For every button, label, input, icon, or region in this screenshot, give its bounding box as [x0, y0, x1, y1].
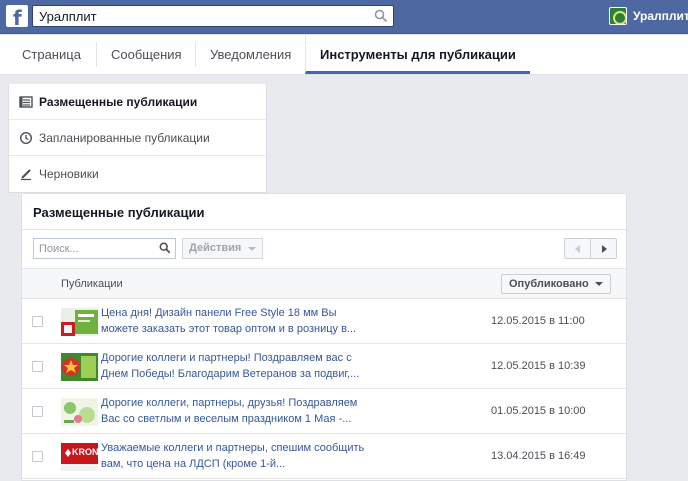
prev-page-button[interactable]	[565, 239, 591, 258]
post-thumbnail-logo-text: KRONO	[72, 447, 98, 457]
posts-search-box[interactable]	[33, 238, 176, 259]
row-checkbox[interactable]	[32, 361, 43, 372]
row-checkbox[interactable]	[32, 406, 43, 417]
chevron-down-icon	[248, 247, 256, 251]
post-date: 01.05.2015 в 10:00	[491, 405, 586, 417]
post-thumbnail[interactable]	[61, 398, 98, 426]
post-date: 13.04.2015 в 16:49	[491, 450, 586, 462]
page-tabs: Страница Сообщения Уведомления Инструмен…	[0, 35, 688, 75]
status-filter-label: Опубликовано	[509, 278, 589, 290]
status-filter-dropdown[interactable]: Опубликовано	[501, 274, 611, 294]
pencil-icon	[21, 169, 31, 181]
panel-title: Размещенные публикации	[33, 205, 205, 220]
actions-dropdown[interactable]: Действия	[182, 238, 263, 259]
post-date: 12.05.2015 в 10:39	[491, 360, 586, 372]
column-header-posts: Публикации	[61, 278, 123, 290]
post-date: 12.05.2015 в 11:00	[491, 315, 585, 327]
post-link[interactable]: Дорогие коллеги и партнеры! Поздравляем …	[101, 350, 366, 383]
table-row[interactable]: Цена дня! Дизайн панели Free Style 18 мм…	[22, 299, 626, 344]
tab-publishing-tools[interactable]: Инструменты для публикации	[305, 35, 530, 74]
posts-search-input[interactable]	[34, 239, 154, 258]
sidebar-item-label: Размещенные публикации	[39, 95, 198, 109]
table-row[interactable]: Дорогие коллеги, партнеры, друзья! Поздр…	[22, 389, 626, 434]
sidebar-item-published-posts[interactable]: Размещенные публикации	[9, 84, 266, 120]
publishing-sidebar: Размещенные публикации Запланированные п…	[8, 84, 267, 193]
row-checkbox[interactable]	[32, 316, 43, 327]
post-thumbnail[interactable]	[61, 353, 98, 381]
post-link[interactable]: Уважаемые коллеги и партнеры, спешим соо…	[101, 440, 366, 473]
pagination	[564, 238, 617, 259]
chevron-down-icon	[595, 282, 603, 286]
profile-link[interactable]: Уралплит	[609, 6, 688, 26]
divider	[22, 229, 626, 230]
profile-name[interactable]: Уралплит	[633, 9, 688, 23]
next-page-button[interactable]	[591, 239, 616, 258]
search-icon[interactable]	[159, 242, 171, 254]
search-input[interactable]	[33, 6, 363, 26]
post-thumbnail[interactable]: KRONO	[61, 443, 98, 471]
post-thumbnail[interactable]	[61, 308, 98, 336]
sidebar-item-scheduled-posts[interactable]: Запланированные публикации	[9, 120, 266, 156]
search-icon[interactable]	[374, 9, 388, 23]
tab-notifications[interactable]: Уведомления	[195, 42, 305, 67]
row-checkbox[interactable]	[32, 451, 43, 462]
clock-icon	[19, 131, 33, 145]
avatar[interactable]	[609, 7, 627, 25]
sidebar-item-label: Запланированные публикации	[39, 131, 210, 145]
post-link[interactable]: Дорогие коллеги, партнеры, друзья! Поздр…	[101, 395, 366, 428]
post-link[interactable]: Цена дня! Дизайн панели Free Style 18 мм…	[101, 305, 366, 338]
search-box[interactable]	[32, 5, 394, 27]
list-icon	[19, 96, 33, 108]
table-row[interactable]: KRONO Уважаемые коллеги и партнеры, спеш…	[22, 434, 626, 479]
sidebar-item-drafts[interactable]: Черновики	[9, 156, 266, 192]
top-bar: f Уралплит	[0, 0, 688, 34]
tab-page[interactable]: Страница	[8, 35, 95, 74]
table-header: Публикации Опубликовано	[22, 268, 626, 299]
facebook-logo-icon[interactable]: f	[6, 5, 28, 27]
published-posts-panel: Размещенные публикации Действия Публикац…	[21, 193, 627, 481]
tab-messages[interactable]: Сообщения	[96, 42, 196, 67]
actions-label: Действия	[189, 242, 242, 254]
sidebar-item-label: Черновики	[39, 167, 99, 181]
table-row[interactable]: Дорогие коллеги и партнеры! Поздравляем …	[22, 344, 626, 389]
